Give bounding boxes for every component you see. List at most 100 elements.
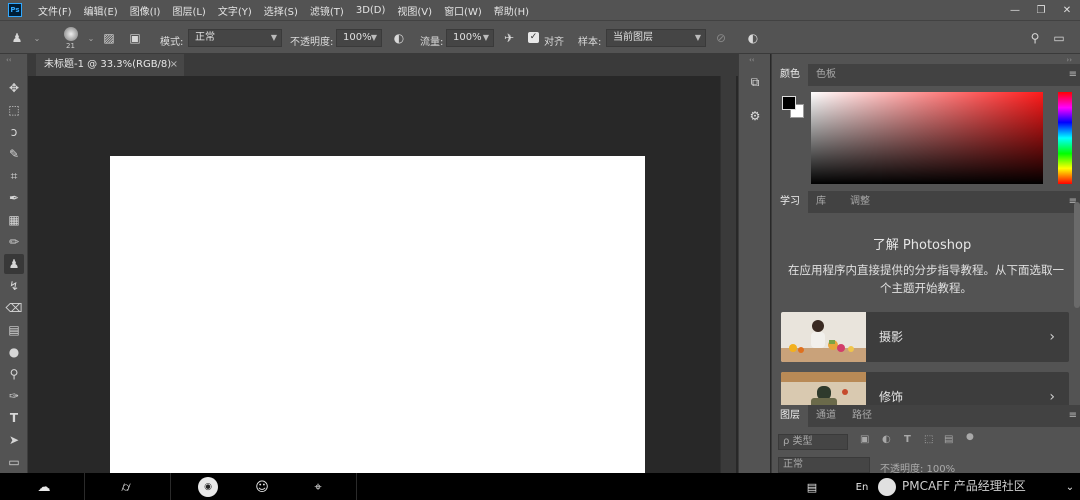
menu-3d[interactable]: 3D(D)	[356, 5, 386, 16]
blend-mode-select[interactable]: 正常	[778, 457, 870, 473]
input-method-icon[interactable]: En	[852, 477, 872, 497]
sample-select[interactable]: 当前图层 ▼	[606, 29, 706, 47]
layer-kind-filter[interactable]: ρ 类型	[778, 434, 848, 450]
clone-stamp-preset-icon[interactable]: ♟	[8, 29, 26, 47]
paste-icon[interactable]: ▤	[802, 477, 822, 497]
ignore-adjustment-icon[interactable]: ⊘	[712, 29, 730, 47]
brush-dropdown-icon[interactable]: ⌄	[82, 29, 100, 47]
user-icon[interactable]: ☺	[252, 477, 272, 497]
mode-label: 模式:	[160, 37, 184, 48]
clone-source-icon[interactable]: ▣	[126, 29, 144, 47]
smart-object-filter-icon[interactable]: ▤	[944, 434, 953, 445]
history-panel-icon[interactable]: ⧉	[745, 72, 765, 92]
panel-menu-icon[interactable]: ≡	[1069, 410, 1077, 421]
quick-select-tool-icon[interactable]: ✎	[4, 144, 24, 164]
tab-swatches[interactable]: 色板	[808, 64, 844, 86]
aligned-checkbox[interactable]: ✓	[528, 32, 539, 43]
menu-view[interactable]: 视图(V)	[397, 3, 432, 18]
brush-preview-icon[interactable]	[64, 27, 78, 41]
document-tab-bar: 未标题-1 @ 33.3%(RGB/8) ×	[28, 54, 738, 76]
learn-panel-tabs: 学习 库 调整 ≡	[772, 191, 1080, 213]
menu-filter[interactable]: 滤镜(T)	[310, 3, 344, 18]
type-filter-icon[interactable]: T	[904, 434, 911, 445]
menu-edit[interactable]: 编辑(E)	[84, 3, 118, 18]
topic-photography[interactable]: 摄影 ›	[781, 312, 1069, 362]
menu-layer[interactable]: 图层(L)	[172, 3, 205, 18]
topic-retouching[interactable]: 修饰 ›	[781, 372, 1069, 408]
tab-color[interactable]: 颜色	[772, 64, 808, 86]
restore-button[interactable]: ❐	[1028, 0, 1054, 20]
chevron-down-icon: ▼	[370, 33, 377, 42]
eyedropper-tool-icon[interactable]: ✒	[4, 188, 24, 208]
tab-adjustments[interactable]: 调整	[842, 191, 878, 213]
adjustment-filter-icon[interactable]: ◐	[882, 434, 891, 445]
marquee-tool-icon[interactable]: ⬚	[4, 100, 24, 120]
expand-icon[interactable]: ‹‹	[749, 56, 755, 64]
preset-dropdown-icon[interactable]: ⌄	[28, 29, 46, 47]
window-controls: — ❐ ✕	[1002, 0, 1080, 20]
flow-input[interactable]: 100% ▼	[446, 29, 494, 47]
rectangle-tool-icon[interactable]: ▭	[4, 452, 24, 472]
pixel-filter-icon[interactable]: ▣	[860, 434, 869, 445]
topic-retouching-label: 修饰	[879, 390, 904, 404]
lasso-tool-icon[interactable]: ↄ	[4, 122, 24, 142]
type-tool-icon[interactable]: T	[4, 408, 24, 428]
hue-slider[interactable]	[1058, 92, 1072, 184]
gradient-tool-icon[interactable]: ▤	[4, 320, 24, 340]
panel-menu-icon[interactable]: ≡	[1069, 69, 1077, 80]
mode-select[interactable]: 正常 ▼	[188, 29, 282, 47]
pressure-opacity-icon[interactable]: ◐	[390, 29, 408, 47]
learn-scrollbar[interactable]	[1074, 202, 1080, 308]
properties-panel-icon[interactable]: ⚙	[745, 106, 765, 126]
document-tab[interactable]: 未标题-1 @ 33.3%(RGB/8) ×	[36, 54, 184, 76]
document-canvas[interactable]	[110, 156, 645, 476]
retouching-thumbnail	[781, 372, 866, 408]
menu-type[interactable]: 文字(Y)	[218, 3, 252, 18]
app-circle-icon[interactable]: ◉	[198, 477, 218, 497]
dodge-tool-icon[interactable]: ⚲	[4, 364, 24, 384]
pressure-size-icon[interactable]: ◐	[744, 29, 762, 47]
search-icon[interactable]: ⚲	[1026, 29, 1044, 47]
path-select-tool-icon[interactable]: ➤	[4, 430, 24, 450]
brush-settings-icon[interactable]: ▨	[100, 29, 118, 47]
menu-help[interactable]: 帮助(H)	[494, 3, 529, 18]
close-button[interactable]: ✕	[1054, 0, 1080, 20]
location-icon[interactable]: ⌖	[308, 477, 328, 497]
blur-tool-icon[interactable]: ●	[4, 342, 24, 362]
cloud-upload-icon[interactable]: ☁	[34, 477, 54, 497]
pen-tool-icon[interactable]: ✑	[4, 386, 24, 406]
tab-layers[interactable]: 图层	[772, 405, 808, 427]
color-picker-field[interactable]	[811, 92, 1043, 184]
tab-libraries[interactable]: 库	[808, 191, 834, 213]
chat-icon[interactable]: ⌭	[116, 477, 136, 497]
menu-window[interactable]: 窗口(W)	[444, 3, 482, 18]
menu-bar: Ps 文件(F) 编辑(E) 图像(I) 图层(L) 文字(Y) 选择(S) 滤…	[0, 0, 1080, 20]
tab-paths[interactable]: 路径	[844, 405, 880, 427]
filter-toggle-icon[interactable]: ●	[966, 432, 974, 442]
close-icon[interactable]: ×	[170, 54, 178, 76]
collapse-icon[interactable]: ››	[1066, 56, 1072, 64]
airbrush-icon[interactable]: ✈	[500, 29, 518, 47]
collapse-icon[interactable]: ‹‹	[6, 56, 12, 64]
chevron-down-icon[interactable]: ⌄	[1060, 477, 1080, 497]
healing-tool-icon[interactable]: ▦	[4, 210, 24, 230]
menu-file[interactable]: 文件(F)	[38, 3, 72, 18]
tab-learn[interactable]: 学习	[772, 191, 808, 213]
photoshop-logo: Ps	[8, 3, 22, 17]
minimize-button[interactable]: —	[1002, 0, 1028, 20]
foreground-color-swatch[interactable]	[782, 96, 796, 110]
eraser-tool-icon[interactable]: ⌫	[4, 298, 24, 318]
menu-image[interactable]: 图像(I)	[130, 3, 161, 18]
shape-filter-icon[interactable]: ⬚	[924, 434, 933, 445]
move-tool-icon[interactable]: ✥	[4, 78, 24, 98]
menu-select[interactable]: 选择(S)	[264, 3, 298, 18]
clone-stamp-tool-icon[interactable]: ♟	[4, 254, 24, 274]
crop-tool-icon[interactable]: ⌗	[4, 166, 24, 186]
pmcaff-logo-icon	[878, 477, 896, 496]
opacity-input[interactable]: 100% ▼	[336, 29, 382, 47]
canvas-scrollbar[interactable]	[720, 76, 736, 473]
workspace-icon[interactable]: ▭	[1050, 29, 1068, 47]
history-brush-tool-icon[interactable]: ↯	[4, 276, 24, 296]
tab-channels[interactable]: 通道	[808, 405, 844, 427]
brush-tool-icon[interactable]: ✏	[4, 232, 24, 252]
